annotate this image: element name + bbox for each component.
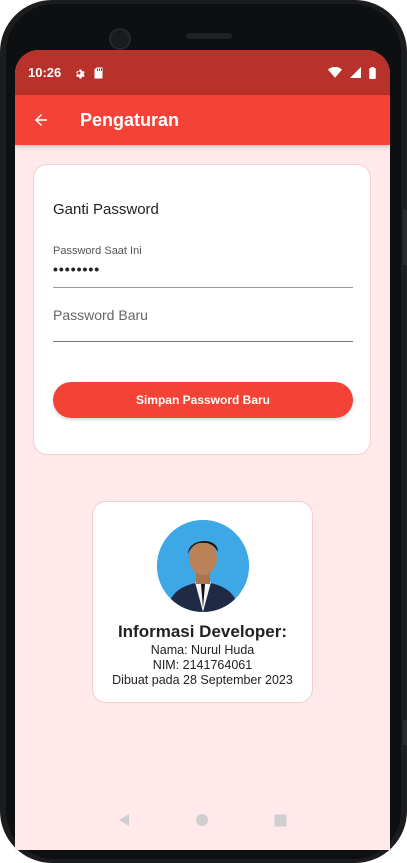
card-heading: Ganti Password — [53, 201, 159, 218]
new-password-underline — [53, 341, 353, 342]
wifi-icon — [328, 67, 342, 78]
new-password-field[interactable]: Password Baru — [53, 307, 148, 323]
earpiece-speaker — [186, 33, 232, 39]
sd-card-icon — [93, 67, 104, 79]
nav-home-button[interactable] — [187, 805, 217, 835]
app-bar: Pengaturan — [15, 95, 390, 145]
status-bar: 10:26 — [15, 50, 390, 95]
phone-frame: 10:26 Pengaturan Ganti Password Password… — [0, 0, 407, 863]
nav-recents-button[interactable] — [266, 805, 296, 835]
developer-photo — [157, 520, 249, 612]
arrow-left-icon — [35, 114, 47, 126]
developer-created-date: Dibuat pada 28 September 2023 — [112, 673, 293, 687]
save-password-button[interactable]: Simpan Password Baru — [53, 382, 353, 418]
nav-back-button[interactable] — [109, 805, 139, 835]
app-screen: 10:26 Pengaturan Ganti Password Password… — [15, 50, 390, 850]
system-nav-bar — [15, 798, 390, 842]
back-button[interactable] — [15, 95, 67, 145]
power-button — [403, 720, 407, 745]
current-password-label: Password Saat Ini — [53, 245, 142, 257]
recents-square-icon — [274, 814, 287, 826]
current-password-underline — [53, 287, 353, 288]
home-circle-icon — [196, 814, 209, 826]
back-triangle-icon — [119, 814, 130, 826]
developer-name: Nama: Nurul Huda — [150, 643, 255, 657]
gear-icon — [73, 67, 85, 79]
battery-icon — [369, 66, 376, 79]
change-password-card: Ganti Password Password Saat Ini •••••••… — [33, 164, 371, 455]
status-time: 10:26 — [28, 65, 62, 80]
developer-nim: NIM: 2141764061 — [152, 658, 253, 672]
front-camera — [109, 28, 131, 50]
developer-title: Informasi Developer: — [117, 622, 288, 641]
current-password-field[interactable]: •••••••• — [53, 261, 100, 277]
avatar — [157, 520, 249, 612]
developer-info-card: Informasi Developer: Nama: Nurul Huda NI… — [92, 501, 313, 703]
page-title: Pengaturan — [80, 109, 180, 130]
volume-button — [403, 210, 407, 265]
signal-icon — [350, 67, 361, 78]
